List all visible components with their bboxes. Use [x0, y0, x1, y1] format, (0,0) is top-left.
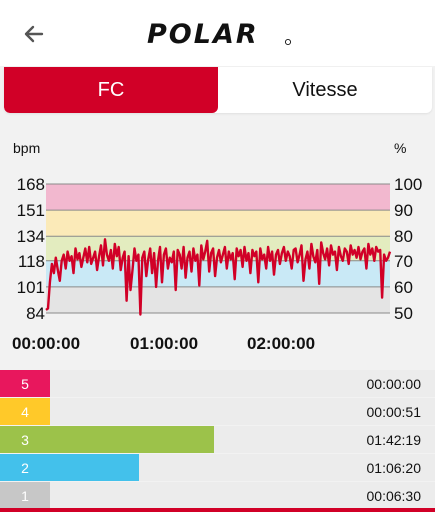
- zone-number: 2: [21, 459, 29, 476]
- tab-vitesse[interactable]: Vitesse: [218, 67, 432, 113]
- tab-fc[interactable]: FC: [4, 67, 218, 113]
- zone-number: 4: [21, 403, 29, 420]
- zone-duration: 01:06:20: [366, 459, 422, 476]
- zone-row-5: 5 00:00:00: [0, 370, 435, 397]
- heart-rate-chart: [45, 183, 392, 316]
- zone-number: 1: [21, 487, 29, 504]
- arrow-left-icon: [24, 25, 44, 43]
- zone-number: 5: [21, 375, 29, 392]
- zone-row-4: 4 00:00:51: [0, 398, 435, 425]
- zone-duration: 00:06:30: [366, 487, 422, 504]
- x-tick-label: 01:00:00: [130, 334, 199, 353]
- y2-axis-unit-percent: %: [394, 140, 407, 156]
- y-axis-unit-bpm: bpm: [13, 140, 41, 156]
- x-tick-label: 00:00:00: [12, 334, 81, 353]
- zone-row-1: 1 00:06:30: [0, 482, 435, 509]
- app-header: POLAR: [0, 0, 435, 66]
- zone-number: 3: [21, 431, 29, 448]
- x-tick-label: 02:00:00: [247, 334, 316, 353]
- bottom-accent-line: [0, 508, 435, 512]
- zone-duration: 00:00:00: [366, 375, 422, 392]
- zone-row-2: 2 01:06:20: [0, 454, 435, 481]
- zone-band-1: [46, 286, 390, 313]
- polar-logo: POLAR: [147, 19, 292, 48]
- zone-duration: 01:42:19: [366, 431, 422, 448]
- zone-band-5: [46, 184, 390, 211]
- zone-band-4: [46, 210, 390, 237]
- back-button[interactable]: [18, 18, 50, 50]
- brand-wordmark: POLAR: [147, 19, 259, 48]
- zone-duration: 00:00:51: [366, 403, 422, 420]
- tab-bar: FC Vitesse: [4, 67, 432, 113]
- zone-row-3: 3 01:42:19: [0, 426, 435, 453]
